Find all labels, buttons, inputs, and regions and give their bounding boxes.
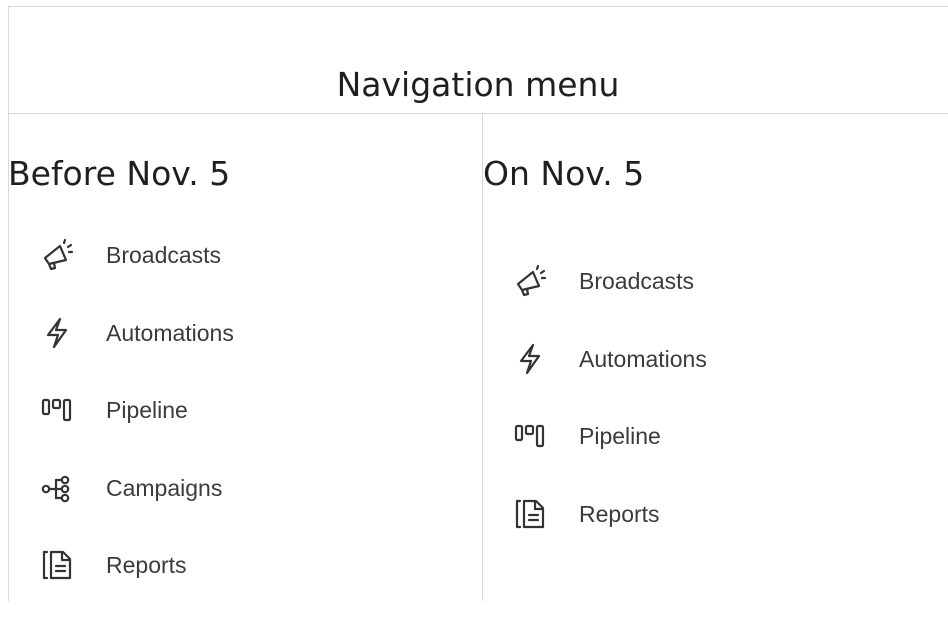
- after-column-title: On Nov. 5: [483, 154, 645, 193]
- pipeline-icon: [513, 419, 547, 453]
- nav-item-label: Campaigns: [106, 474, 223, 501]
- megaphone-icon: [40, 238, 74, 272]
- nav-item-label: Automations: [106, 319, 234, 346]
- table-header: Navigation menu: [8, 6, 948, 114]
- pipeline-icon: [40, 393, 74, 427]
- lightning-icon: [40, 316, 74, 350]
- megaphone-icon: [513, 264, 547, 298]
- nav-item-label: Reports: [106, 552, 187, 578]
- table-title: Navigation menu: [336, 65, 620, 104]
- flow-icon: [40, 471, 74, 505]
- nav-item-label: Reports: [579, 500, 660, 527]
- report-icon: [513, 497, 547, 531]
- nav-item-label: Pipeline: [579, 423, 661, 449]
- lightning-icon: [513, 342, 547, 376]
- nav-item-label: Automations: [579, 345, 707, 372]
- before-column-title: Before Nov. 5: [8, 154, 231, 193]
- nav-item-label: Broadcasts: [106, 242, 222, 268]
- report-icon: [40, 548, 74, 582]
- nav-item-label: Pipeline: [106, 397, 188, 423]
- nav-item-label: Broadcasts: [579, 268, 695, 294]
